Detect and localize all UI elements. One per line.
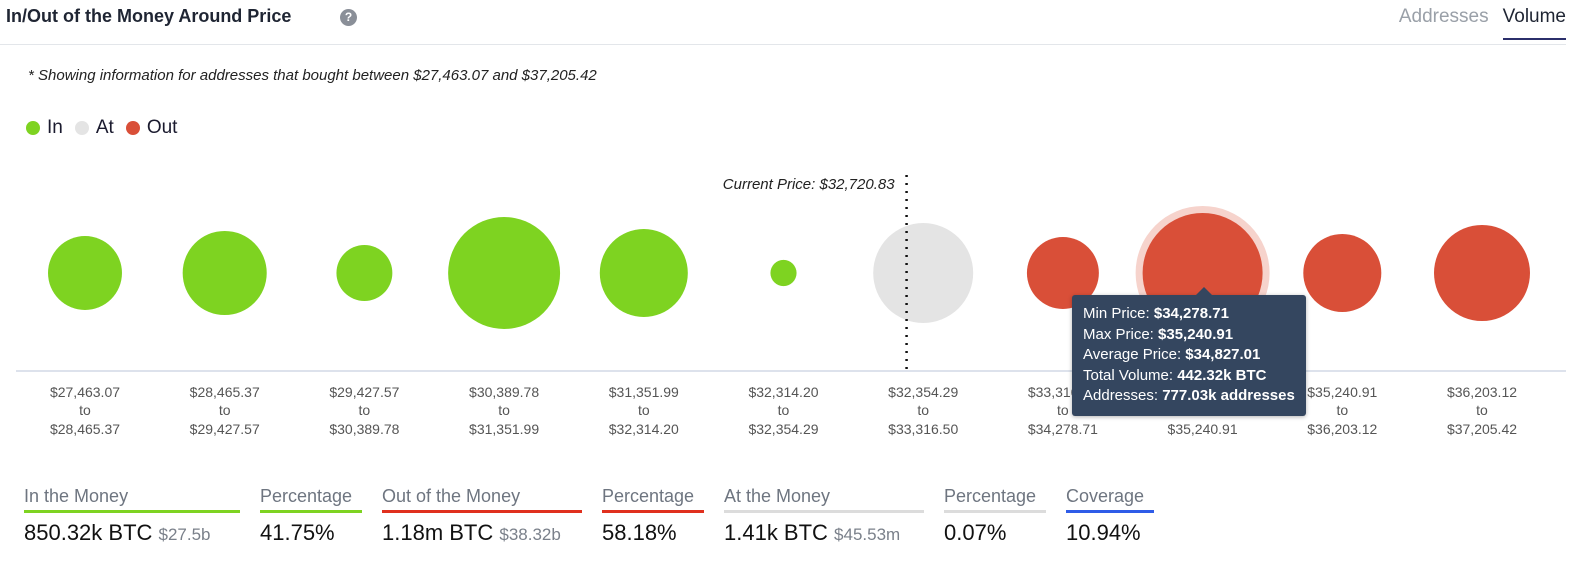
tick-label: $32,314.20: [609, 421, 679, 437]
tick-label: $32,354.29: [748, 421, 818, 437]
stat-label: Percentage: [602, 486, 704, 513]
stat-1: Percentage 41.75%: [260, 486, 362, 546]
stat-usd: $27.5b: [158, 525, 211, 544]
tick-label: $33,316.50: [888, 421, 958, 437]
stat-4: At the Money 1.41k BTC $45.53m: [724, 486, 924, 546]
tick-label: $35,240.91: [1168, 421, 1238, 437]
tick-label: $30,389.78: [469, 384, 539, 400]
tick-label: $28,465.37: [190, 384, 260, 400]
tooltip-row: Total Volume: 442.32k BTC: [1083, 366, 1267, 384]
tick-label: $35,240.91: [1307, 384, 1377, 400]
stat-value: 850.32k BTC $27.5b: [24, 520, 211, 545]
stat-value: 0.07%: [944, 520, 1007, 545]
tick-label: $29,427.57: [190, 421, 260, 437]
bubble-out[interactable]: [1303, 233, 1382, 313]
tick-label: to: [778, 402, 790, 418]
stat-label: Out of the Money: [382, 486, 582, 513]
bubble-chart: $27,463.07 to $28,465.37 $28,465.37 to $29,42…: [16, 175, 1566, 437]
tooltip: Min Price: $34,278.71 Max Price: $35,240.…: [1072, 287, 1306, 416]
stat-3: Percentage 58.18%: [602, 486, 704, 546]
tick-label: to: [498, 402, 510, 418]
tooltip-row: Max Price: $35,240.91: [1083, 325, 1234, 343]
tooltip-row: Min Price: $34,278.71: [1083, 305, 1229, 322]
tick-label: to: [1476, 402, 1488, 418]
tick-label: to: [359, 402, 371, 418]
tick-label: $36,203.12: [1447, 384, 1517, 400]
tick-label: to: [79, 402, 91, 418]
stat-value: 1.18m BTC $38.32b: [382, 520, 561, 545]
tick-label: $37,205.42: [1447, 421, 1517, 437]
stat-value: 41.75%: [260, 520, 335, 545]
current-price-label: Current Price: $32,720.83: [723, 176, 895, 193]
stat-label: Percentage: [260, 486, 362, 513]
tick-label: $28,465.37: [50, 421, 120, 437]
stat-usd: $45.53m: [834, 525, 901, 544]
bubble-in[interactable]: [599, 228, 688, 318]
stat-label: Percentage: [944, 486, 1046, 513]
summary-stats: In the Money 850.32k BTC $27.5b Percentage…: [24, 486, 1174, 546]
tick-label: $31,351.99: [609, 384, 679, 400]
tick-label: $32,314.20: [748, 384, 818, 400]
stat-usd: $38.32b: [499, 525, 561, 544]
stat-value: 58.18%: [602, 520, 677, 545]
tick-label: $27,463.07: [50, 384, 120, 400]
tick-label: to: [1336, 402, 1348, 418]
tick-label: $34,278.71: [1028, 421, 1098, 437]
stat-value: 10.94%: [1066, 520, 1141, 545]
bubble-in[interactable]: [448, 217, 561, 329]
bubble-in[interactable]: [182, 230, 267, 316]
tick-label: to: [917, 402, 929, 418]
stat-value: 1.41k BTC $45.53m: [724, 520, 901, 545]
stat-label: At the Money: [724, 486, 924, 513]
tick-label: $32,354.29: [888, 384, 958, 400]
stat-label: In the Money: [24, 486, 240, 513]
tick-label: to: [1057, 402, 1069, 418]
tick-label: $36,203.12: [1307, 421, 1377, 437]
tick-label: $29,427.57: [329, 384, 399, 400]
stat-label: Coverage: [1066, 486, 1154, 513]
bubble-at[interactable]: [873, 223, 974, 323]
tooltip-row: Addresses: 777.03k addresses: [1083, 387, 1295, 404]
tick-label: $31,351.99: [469, 421, 539, 437]
bubble-in[interactable]: [48, 236, 122, 310]
tick-label: $30,389.78: [329, 421, 399, 437]
bubble-in[interactable]: [770, 259, 797, 287]
stat-0: In the Money 850.32k BTC $27.5b: [24, 486, 240, 546]
stat-6: Coverage 10.94%: [1066, 486, 1154, 546]
tooltip-row: Average Price: $34,827.01: [1083, 346, 1261, 363]
bubble-in[interactable]: [336, 245, 393, 301]
tick-label: to: [638, 402, 650, 418]
stat-2: Out of the Money 1.18m BTC $38.32b: [382, 486, 582, 546]
tick-label: to: [219, 402, 231, 418]
stat-5: Percentage 0.07%: [944, 486, 1046, 546]
bubble-out[interactable]: [1434, 225, 1530, 321]
